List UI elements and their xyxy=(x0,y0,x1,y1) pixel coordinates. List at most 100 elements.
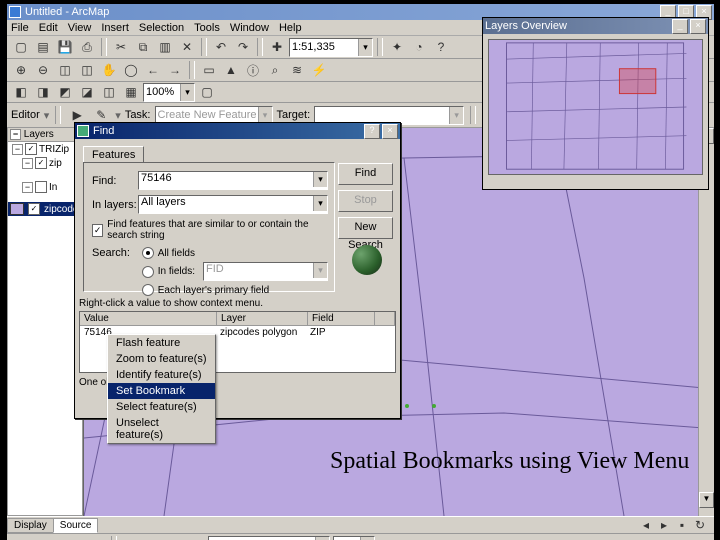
misc5-icon[interactable]: ◫ xyxy=(99,82,119,102)
cut-icon[interactable]: ✂ xyxy=(111,37,131,57)
rotate-icon[interactable]: ↻ xyxy=(86,535,106,540)
save-icon[interactable]: 💾 xyxy=(55,37,75,57)
editor-label[interactable]: Editor xyxy=(11,109,40,121)
tab-source[interactable]: Source xyxy=(53,518,99,533)
find-help-button[interactable]: ? xyxy=(364,124,380,139)
refresh-icon[interactable]: ↻ xyxy=(692,518,708,532)
scale-combo[interactable]: 1:51,335 xyxy=(289,38,373,57)
new-icon[interactable]: ▢ xyxy=(11,37,31,57)
print-icon[interactable]: ⎙ xyxy=(77,37,97,57)
view-layout-icon[interactable]: ▪ xyxy=(674,518,690,532)
rect-icon[interactable]: ▭ xyxy=(122,535,142,540)
text-icon[interactable]: A xyxy=(153,535,173,540)
linecolor-icon[interactable]: 〰 xyxy=(510,535,530,540)
menu-edit[interactable]: Edit xyxy=(39,22,58,34)
identify-icon[interactable]: ⓘ xyxy=(243,60,263,80)
zoomin-icon[interactable]: ⊕ xyxy=(11,60,31,80)
layer-in[interactable]: In xyxy=(49,182,57,193)
similar-checkbox[interactable]: ✓ xyxy=(92,224,103,237)
misc7-icon[interactable]: ▢ xyxy=(197,82,217,102)
fullextent-icon[interactable]: ◯ xyxy=(121,60,141,80)
fillcolor-icon[interactable]: ◢ xyxy=(478,535,498,540)
whatsthis-icon[interactable]: ? xyxy=(431,37,451,57)
radio-primary-field[interactable] xyxy=(142,284,154,296)
pan-icon[interactable]: ✋ xyxy=(99,60,119,80)
draw-pointer-icon[interactable]: ▲ xyxy=(63,535,83,540)
find-tab-features[interactable]: Features xyxy=(83,146,144,163)
find-icon[interactable]: ⌕ xyxy=(265,60,285,80)
find-button[interactable]: Find xyxy=(338,163,393,185)
view-data-icon[interactable]: ▸ xyxy=(656,518,672,532)
ctx-flash[interactable]: Flash feature xyxy=(108,335,215,351)
hscroll-left-icon[interactable]: ◂ xyxy=(638,518,654,532)
overview-map[interactable] xyxy=(488,39,703,175)
inlayer-combo[interactable]: All layers xyxy=(138,195,328,214)
overview-extent-rect[interactable] xyxy=(619,69,655,94)
back-icon[interactable]: ← xyxy=(143,60,163,80)
misc3-icon[interactable]: ◩ xyxy=(55,82,75,102)
collapse-icon[interactable]: − xyxy=(10,129,21,140)
find-input[interactable]: 75146 xyxy=(138,171,328,190)
expand-icon[interactable]: − xyxy=(12,144,23,155)
delete-icon[interactable]: ✕ xyxy=(177,37,197,57)
ctx-unselect[interactable]: Unselect feature(s) xyxy=(108,415,215,443)
undo-icon[interactable]: ↶ xyxy=(211,37,231,57)
misc2-icon[interactable]: ◨ xyxy=(33,82,53,102)
fontsize-combo[interactable]: 10 xyxy=(333,536,375,540)
menu-help[interactable]: Help xyxy=(279,22,302,34)
find-close-button[interactable]: × xyxy=(382,124,398,139)
menu-tools[interactable]: Tools xyxy=(194,22,220,34)
misc4-icon[interactable]: ◪ xyxy=(77,82,97,102)
layer-check[interactable]: ✓ xyxy=(25,143,37,155)
markercolor-icon[interactable]: • xyxy=(542,535,562,540)
menu-selection[interactable]: Selection xyxy=(139,22,184,34)
edit-vertices-icon[interactable]: ✎ xyxy=(185,535,205,540)
table-of-contents[interactable]: − Layers −✓TRIZip −✓zip −In ✓zipcode xyxy=(7,128,83,516)
copy-icon[interactable]: ⧉ xyxy=(133,37,153,57)
fontcolor-icon[interactable]: A xyxy=(447,535,467,540)
radio-in-fields[interactable] xyxy=(142,266,154,278)
bold-icon[interactable]: B xyxy=(378,535,398,540)
layer-check[interactable] xyxy=(35,181,47,193)
layer-check[interactable]: ✓ xyxy=(35,157,47,169)
radio-all-fields[interactable] xyxy=(142,247,154,259)
ctx-set-bookmark[interactable]: Set Bookmark xyxy=(108,383,215,399)
catalog-icon[interactable]: ◔ xyxy=(409,37,429,57)
forward-icon[interactable]: → xyxy=(165,60,185,80)
underline-icon[interactable]: U xyxy=(424,535,444,540)
stop-button[interactable]: Stop xyxy=(338,190,393,212)
select-icon[interactable]: ▭ xyxy=(199,60,219,80)
overview-min-button[interactable]: _ xyxy=(672,19,688,34)
overview-close-button[interactable]: × xyxy=(690,19,706,34)
infields-combo[interactable]: FID xyxy=(203,262,328,281)
zoomout-icon[interactable]: ⊖ xyxy=(33,60,53,80)
col-layer[interactable]: Layer xyxy=(217,312,308,325)
open-icon[interactable]: ▤ xyxy=(33,37,53,57)
paste-icon[interactable]: ▥ xyxy=(155,37,175,57)
expand-icon[interactable]: − xyxy=(22,182,33,193)
addlayer-icon[interactable]: ✚ xyxy=(267,37,287,57)
fixedzoomout-icon[interactable]: ◫ xyxy=(77,60,97,80)
menu-file[interactable]: File xyxy=(11,22,29,34)
wand-icon[interactable]: ✦ xyxy=(387,37,407,57)
menu-insert[interactable]: Insert xyxy=(101,22,129,34)
misc1-icon[interactable]: ◧ xyxy=(11,82,31,102)
expand-icon[interactable]: − xyxy=(22,158,33,169)
layer-zip[interactable]: zip xyxy=(49,158,62,169)
ctx-zoom[interactable]: Zoom to feature(s) xyxy=(108,351,215,367)
col-field[interactable]: Field xyxy=(308,312,375,325)
ctx-identify[interactable]: Identify feature(s) xyxy=(108,367,215,383)
col-value[interactable]: Value xyxy=(80,312,217,325)
pct-combo[interactable]: 100% xyxy=(143,83,195,102)
ctx-select[interactable]: Select feature(s) xyxy=(108,399,215,415)
fixedzoomin-icon[interactable]: ◫ xyxy=(55,60,75,80)
italic-icon[interactable]: I xyxy=(401,535,421,540)
scroll-down-icon[interactable]: ▼ xyxy=(699,492,714,508)
pointer-icon[interactable]: ▲ xyxy=(221,60,241,80)
redo-icon[interactable]: ↷ xyxy=(233,37,253,57)
layer-check[interactable]: ✓ xyxy=(28,203,40,215)
tab-display[interactable]: Display xyxy=(7,518,54,533)
menu-view[interactable]: View xyxy=(68,22,92,34)
misc6-icon[interactable]: ▦ xyxy=(121,82,141,102)
hyperlink-icon[interactable]: ⚡ xyxy=(309,60,329,80)
